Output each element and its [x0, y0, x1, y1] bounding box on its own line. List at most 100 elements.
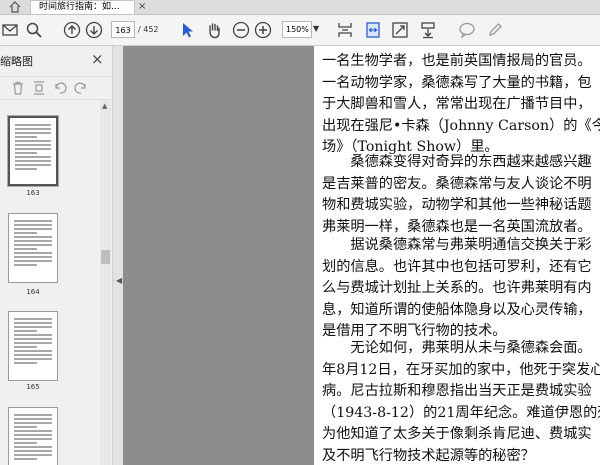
thumbnail-text-line: [14, 342, 52, 344]
document-text-line: 出现在强尼•卡森（Johnny Carson）的《今夜: [322, 117, 600, 134]
thumbnail-text-line: [15, 136, 37, 138]
thumbnail-text-line: [14, 228, 52, 230]
pencil-icon: [489, 23, 502, 36]
collapse-panel-icon[interactable]: ◀: [116, 276, 122, 285]
arrow-up-circle-icon: [63, 21, 81, 39]
search-button[interactable]: [23, 19, 45, 41]
thumbnail-label: 165: [26, 383, 40, 391]
fullscreen-button[interactable]: [389, 19, 411, 41]
thumbnail-text-line: [15, 168, 37, 170]
thumbnail-text-line: [14, 442, 37, 444]
thumbnail-text-line: [14, 330, 37, 332]
thumbnail-text-line: [14, 318, 52, 320]
thumbnail-text-line: [14, 450, 52, 452]
zoom-out-button[interactable]: [230, 19, 252, 41]
document-text-line: 及不明飞行物技术起源等的秘密？: [322, 447, 535, 464]
panel-title: 缩略图: [0, 55, 33, 68]
scrollbar-thumb[interactable]: [101, 250, 110, 264]
document-text-line: 么与费城计划扯上关系的。也许弗莱明有内: [322, 280, 592, 296]
document-text-line: 一名生物学者，也是前英国情报局的官员。: [322, 53, 592, 69]
arrow-down-circle-icon: [85, 21, 103, 39]
document-text-line: 划的信息。也许其中也包括可罗利，还有它: [322, 258, 592, 275]
document-text-line: 一名动物学家，桑德森写了大量的书籍，包: [322, 74, 592, 91]
panel-splitter[interactable]: [113, 46, 123, 465]
thumbnail-text-line: [14, 326, 52, 328]
thumbnail-list: 163 164 165: [0, 100, 100, 465]
zoom-in-button[interactable]: [252, 19, 274, 41]
fit-page-icon: [338, 23, 352, 37]
rotate-left-icon[interactable]: [52, 80, 68, 96]
thumbnail-text-line: [14, 458, 37, 460]
comment-button[interactable]: [456, 19, 478, 41]
email-icon: [2, 24, 18, 36]
document-background: [123, 46, 314, 465]
document-text-line: 年8月12日，在牙买加的家中，他死于突发心: [322, 361, 600, 378]
thumbnail-text-line: [14, 350, 52, 352]
fit-width-button[interactable]: [362, 19, 384, 41]
document-text-line: 是吉莱普的密友。桑德森常与友人谈论不明: [322, 175, 592, 192]
thumbnail-text-line: [14, 338, 52, 340]
scroll-mode-button[interactable]: [417, 19, 439, 41]
previous-page-button[interactable]: [61, 19, 83, 41]
extract-page-icon[interactable]: [31, 80, 47, 96]
thumbnail-text-line: [15, 152, 37, 154]
thumbnail-text-line: [14, 256, 52, 258]
hand-tool-button[interactable]: [203, 19, 225, 41]
zoom-level-select[interactable]: 150%: [282, 21, 312, 38]
tab-home[interactable]: [0, 0, 30, 14]
thumbnail-text-line: [15, 160, 51, 162]
thumbnail-text-line: [14, 248, 37, 250]
comment-icon: [459, 22, 475, 39]
document-page: 一名生物学者，也是前英国情报局的官员。 一名动物学家，桑德森写了大量的书籍，包 于大…: [314, 46, 600, 465]
rotate-right-icon[interactable]: [73, 80, 89, 96]
document-text-line: 于大脚兽和雪人，常常出现在广播节目中，: [322, 96, 592, 112]
thumbnail-label: 164: [26, 288, 40, 296]
plus-circle-icon: [254, 21, 272, 39]
search-icon: [26, 22, 42, 38]
thumbnail-text-line: [14, 322, 52, 324]
email-button[interactable]: [0, 19, 22, 41]
thumbnail-text-line: [14, 354, 52, 356]
document-text-line: 据说桑德森常与弗莱明通信交换关于彩: [322, 237, 592, 253]
chevron-down-icon[interactable]: ▼: [313, 24, 319, 33]
thumbnail-text-line: [14, 252, 52, 254]
hand-icon: [209, 23, 220, 39]
thumbnail-scrollbar[interactable]: [100, 100, 111, 465]
tab-close-icon[interactable]: ×: [138, 1, 146, 12]
thumbnail-text-line: [14, 438, 52, 440]
thumbnail-text-line: [14, 418, 52, 420]
thumbnail-page-163[interactable]: [7, 115, 59, 187]
draw-button[interactable]: [484, 19, 506, 41]
thumbnail-text-line: [14, 240, 52, 242]
thumbnail-text-line: [14, 346, 37, 348]
thumbnail-text-line: [14, 220, 52, 222]
trash-icon[interactable]: [10, 80, 26, 96]
select-tool-button[interactable]: [176, 19, 198, 41]
tab-bar: 时间旅行指南：如... ×: [0, 0, 600, 15]
thumbnail-page-166[interactable]: [8, 407, 58, 465]
thumbnail-page-165[interactable]: [8, 311, 58, 381]
thumbnail-text-line: [14, 446, 52, 448]
document-text-line: 病。尼古拉斯和穆恩指出当天正是费城实验: [322, 383, 592, 399]
fit-page-button[interactable]: [334, 19, 356, 41]
next-page-button[interactable]: [83, 19, 105, 41]
thumbnail-text-line: [14, 260, 52, 262]
document-text-line: 无论如何，弗莱明从未与桑德森会面。: [322, 340, 592, 356]
document-text-line: 物和费城实验，动物学和其他一些神秘话题: [322, 197, 592, 213]
page-number-input[interactable]: 163: [111, 21, 135, 38]
scroll-up-icon[interactable]: ▲: [102, 102, 107, 110]
thumbnail-text-line: [15, 128, 51, 130]
thumbnail-text-line: [14, 232, 37, 234]
thumbnail-text-line: [15, 140, 51, 142]
tab-document[interactable]: 时间旅行指南：如...: [30, 0, 135, 14]
thumbnail-text-line: [14, 426, 37, 428]
scroll-mode-icon: [421, 22, 435, 39]
thumbnail-text-line: [15, 156, 51, 158]
document-text-line: （1943-8-12）的21周年纪念。难道伊恩的死: [322, 404, 600, 421]
thumbnail-page-164[interactable]: [8, 213, 58, 283]
close-icon[interactable]: ×: [91, 50, 104, 68]
thumbnail-label: 163: [26, 189, 40, 197]
page-total: / 452: [138, 25, 159, 34]
document-text-line: 息，知道所谓的使船体隐身以及心灵传输，: [322, 301, 592, 318]
thumbnail-text-line: [15, 164, 51, 166]
